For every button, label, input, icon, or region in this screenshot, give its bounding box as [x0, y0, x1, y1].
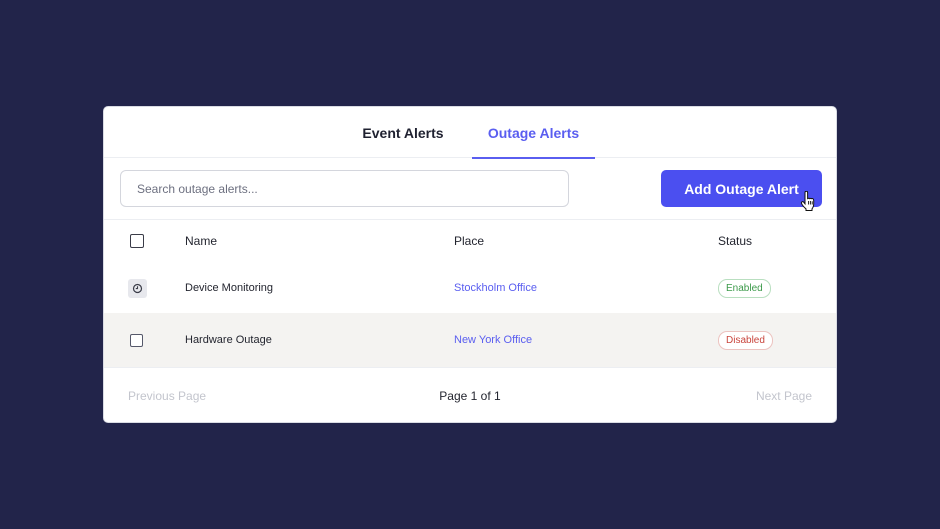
previous-page-button[interactable]: Previous Page	[128, 368, 206, 422]
outage-alerts-card: Event Alerts Outage Alerts Add Outage Al…	[103, 106, 837, 423]
column-header-status: Status	[718, 233, 753, 248]
tab-bar: Event Alerts Outage Alerts	[104, 107, 836, 159]
page-indicator: Page 1 of 1	[439, 389, 501, 403]
row-place-link[interactable]: New York Office	[454, 313, 532, 367]
status-badge: Enabled	[718, 278, 771, 298]
row-name: Hardware Outage	[185, 334, 272, 346]
column-header-place: Place	[454, 233, 485, 248]
table-row[interactable]: Device Monitoring Stockholm Office Enabl…	[104, 261, 836, 315]
table-header: Name Place Status	[104, 219, 836, 261]
search-input[interactable]	[120, 170, 569, 207]
column-header-name: Name	[185, 233, 218, 248]
hand-pointer-cursor-icon	[800, 191, 815, 211]
tab-outage-alerts[interactable]: Outage Alerts	[472, 107, 595, 159]
next-page-button[interactable]: Next Page	[756, 368, 812, 422]
status-badge: Disabled	[718, 330, 773, 350]
pagination-bar: Page 1 of 1 Previous Page Next Page	[104, 367, 836, 422]
clock-icon[interactable]	[128, 278, 147, 298]
row-name: Device Monitoring	[185, 282, 274, 294]
table-row[interactable]: Hardware Outage New York Office Disabled	[104, 313, 836, 367]
tab-event-alerts[interactable]: Event Alerts	[350, 107, 456, 158]
add-outage-alert-button[interactable]: Add Outage Alert	[661, 170, 822, 207]
select-all-checkbox[interactable]	[130, 233, 144, 248]
row-place-link[interactable]: Stockholm Office	[454, 261, 537, 315]
row-checkbox[interactable]	[130, 333, 143, 347]
